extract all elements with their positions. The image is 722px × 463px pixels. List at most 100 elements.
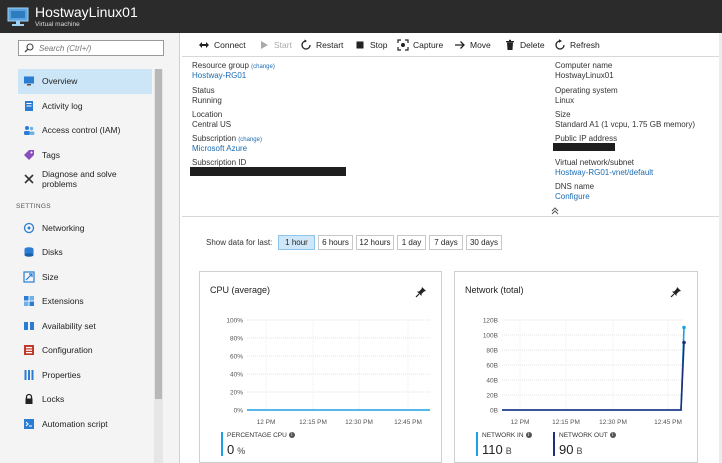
search-icon (24, 43, 34, 53)
legend-value-text: 110 (482, 442, 503, 457)
network-chart: 120B 100B 80B 60B 40B 20B 0B 12 PM 12:15 PM 12:30… (483, 318, 686, 426)
sidebar-item-automation-script[interactable]: Automation script (18, 412, 152, 437)
sidebar-item-diagnose[interactable]: Diagnose and solve problems (18, 167, 152, 192)
move-button[interactable]: Move (454, 39, 491, 51)
time-30-days-button[interactable]: 30 days (466, 235, 502, 250)
cpu-chart-card[interactable]: CPU (average) 100% 80% 60% 40% 20% 0% 12 PM 12:… (199, 271, 442, 463)
legend-name-text: NETWORK OUT (559, 432, 608, 439)
refresh-icon (554, 39, 566, 51)
info-icon[interactable]: i (525, 432, 532, 438)
legend-name-text: PERCENTAGE CPU (227, 432, 287, 439)
capture-button[interactable]: Capture (397, 39, 443, 51)
sidebar-item-label: Access control (IAM) (42, 125, 121, 136)
capture-icon (397, 39, 409, 51)
computer-name-value: HostwayLinux01 (555, 71, 614, 80)
restart-button[interactable]: Restart (300, 39, 343, 51)
resource-group-label: Resource group (192, 61, 249, 70)
refresh-button[interactable]: Refresh (554, 39, 600, 51)
sidebar-nav: Overview Activity log Access control (IA… (16, 69, 152, 437)
info-icon[interactable]: i (609, 432, 616, 438)
sidebar-item-disks[interactable]: Disks (18, 240, 152, 265)
resource-group-change-link[interactable]: (change) (251, 64, 275, 70)
stop-button[interactable]: Stop (354, 39, 388, 51)
delete-button[interactable]: Delete (504, 39, 545, 51)
legend-value: 90 B (559, 442, 582, 457)
dns-label: DNS name (555, 182, 595, 191)
x-tick-label: 12:30 PM (599, 419, 627, 426)
legend-name-text: NETWORK IN (482, 432, 524, 439)
sidebar-item-activity-log[interactable]: Activity log (18, 94, 152, 119)
os-label: Operating system (555, 86, 618, 95)
sidebar-item-availability-set[interactable]: Availability set (18, 314, 152, 339)
divider (182, 216, 720, 217)
sidebar-scrollbar[interactable] (154, 69, 163, 463)
y-tick-label: 0B (490, 408, 498, 415)
x-tick-label: 12:30 PM (345, 419, 373, 426)
start-button[interactable]: Start (258, 39, 292, 51)
y-tick-label: 80B (486, 348, 498, 355)
time-1-hour-button[interactable]: 1 hour (278, 235, 315, 250)
y-tick-label: 100B (483, 333, 498, 340)
search-input[interactable] (39, 42, 159, 54)
size-value: Standard A1 (1 vcpu, 1.75 GB memory) (555, 120, 696, 129)
sidebar-item-properties[interactable]: Properties (18, 363, 152, 388)
legend-unit: B (505, 446, 512, 456)
scrollbar-thumb[interactable] (155, 69, 162, 399)
x-tick-label: 12:45 PM (394, 419, 422, 426)
sidebar-item-networking[interactable]: Networking (18, 216, 152, 241)
sidebar-item-extensions[interactable]: Extensions (18, 289, 152, 314)
network-icon (23, 222, 35, 234)
y-tick-label: 20B (486, 393, 498, 400)
subscription-change-link[interactable]: (change) (238, 137, 262, 143)
sidebar-item-size[interactable]: Size (18, 265, 152, 290)
time-1-day-button[interactable]: 1 day (397, 235, 426, 250)
sidebar-item-configuration[interactable]: Configuration (18, 338, 152, 363)
move-label: Move (470, 40, 491, 50)
network-chart-card[interactable]: Network (total) 120B 100B 80B 60B 40B 20B 0B 12… (454, 271, 698, 463)
automation-script-icon (23, 418, 35, 430)
show-data-label: Show data for last: (206, 238, 273, 247)
legend-unit: B (576, 446, 583, 456)
redacted-public-ip (553, 143, 615, 151)
status-value: Running (192, 96, 222, 105)
dns-configure-link[interactable]: Configure (555, 192, 590, 201)
vnet-link[interactable]: Hostway-RG01-vnet/default (555, 168, 653, 177)
time-12-hours-button[interactable]: 12 hours (356, 235, 394, 250)
configuration-icon (23, 344, 35, 356)
x-tick-label: 12:45 PM (654, 419, 682, 426)
time-6-hours-button[interactable]: 6 hours (318, 235, 353, 250)
availability-set-icon (23, 320, 35, 332)
sidebar-item-tags[interactable]: Tags (18, 143, 152, 168)
time-7-days-button[interactable]: 7 days (429, 235, 463, 250)
resource-group-link[interactable]: Hostway-RG01 (192, 71, 246, 80)
users-icon (23, 124, 35, 136)
tag-icon (23, 149, 35, 161)
sidebar-item-label: Networking (42, 222, 85, 233)
sidebar-item-overview[interactable]: Overview (18, 69, 152, 94)
arrow-right-icon (454, 39, 466, 51)
search-box[interactable] (18, 40, 164, 56)
info-icon[interactable]: i (288, 432, 295, 438)
subscription-id-label: Subscription ID (192, 158, 247, 167)
page-subtitle: Virtual machine (35, 21, 80, 28)
restart-icon (300, 39, 312, 51)
sidebar-item-locks[interactable]: Locks (18, 387, 152, 412)
redacted-subscription-id (190, 167, 346, 176)
start-label: Start (274, 40, 292, 50)
sidebar-item-access-control[interactable]: Access control (IAM) (18, 118, 152, 143)
connect-button[interactable]: Connect (198, 39, 246, 51)
sidebar-item-label: Configuration (42, 345, 93, 356)
series-line (502, 327, 685, 411)
subscription-label: Subscription (192, 134, 237, 143)
extensions-icon (23, 295, 35, 307)
legend-name: NETWORK IN i (482, 432, 532, 439)
activity-log-icon (23, 100, 35, 112)
disks-icon (23, 246, 35, 258)
location-value: Central US (192, 120, 232, 129)
legend-value: 0% (227, 442, 245, 457)
settings-section-label: SETTINGS (16, 202, 51, 210)
subscription-link[interactable]: Microsoft Azure (192, 144, 247, 153)
y-tick-label: 40B (486, 378, 498, 385)
sidebar-item-label: Activity log (42, 100, 83, 111)
trash-icon (504, 39, 516, 51)
